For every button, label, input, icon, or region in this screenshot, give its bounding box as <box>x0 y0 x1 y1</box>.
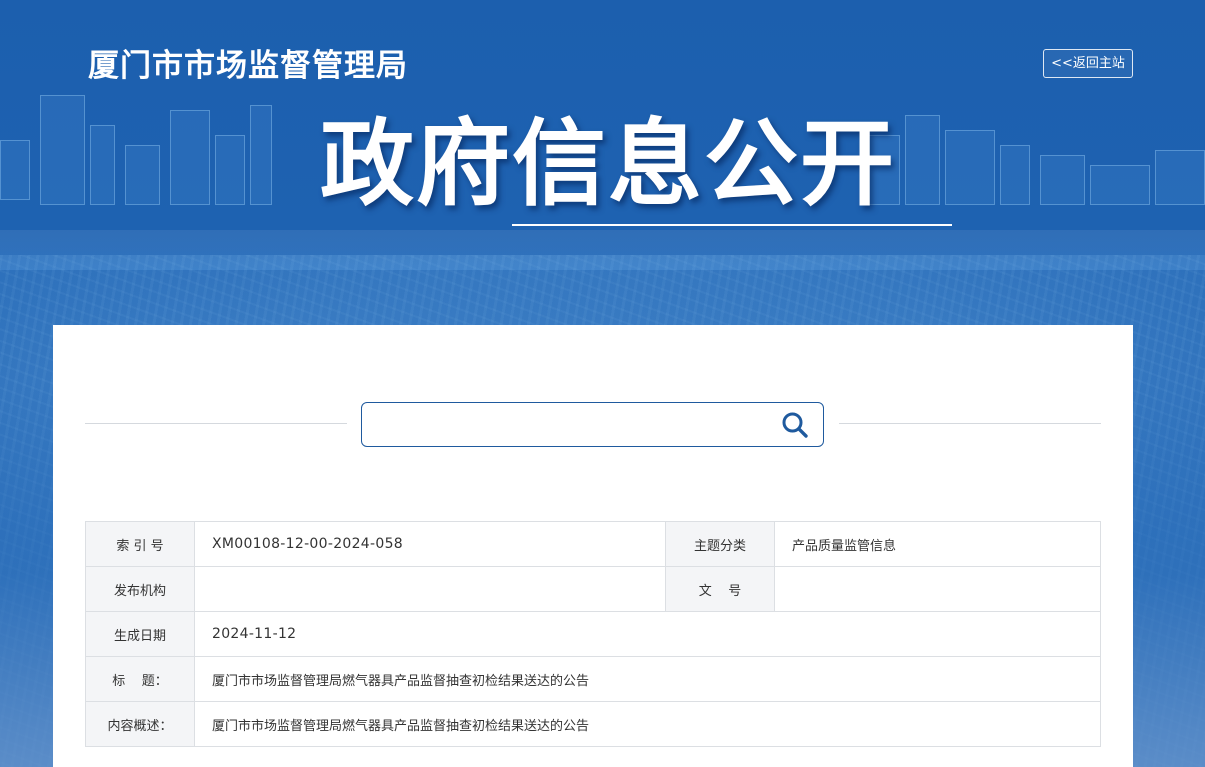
index-number-value: XM00108-12-00-2024-058 <box>194 521 666 567</box>
content-panel: 索 引 号 XM00108-12-00-2024-058 主题分类 产品质量监管… <box>53 325 1133 767</box>
document-info-table: 索 引 号 XM00108-12-00-2024-058 主题分类 产品质量监管… <box>85 521 1101 747</box>
summary-label: 内容概述： <box>85 701 195 747</box>
page: 厦门市市场监督管理局 <<返回主站 政府信息公开 索 引 号 XM00108-1… <box>0 0 1205 767</box>
table-row: 索 引 号 XM00108-12-00-2024-058 主题分类 产品质量监管… <box>85 521 1101 567</box>
hero-title: 政府信息公开 <box>320 110 897 219</box>
site-title: 厦门市市场监督管理局 <box>88 48 408 84</box>
search-input[interactable] <box>372 409 771 442</box>
publisher-value <box>194 566 666 612</box>
search-icon[interactable] <box>780 410 810 440</box>
search-divider-right <box>839 423 1101 424</box>
summary-value: 厦门市市场监督管理局燃气器具产品监督抽查初检结果送达的公告 <box>194 701 1101 747</box>
title-label: 标 题： <box>85 656 195 702</box>
document-number-label: 文 号 <box>665 566 775 612</box>
back-to-main-site-button[interactable]: <<返回主站 <box>1043 49 1133 78</box>
index-number-label: 索 引 号 <box>85 521 195 567</box>
table-row: 生成日期 2024-11-12 <box>85 611 1101 657</box>
date-value: 2024-11-12 <box>194 611 1101 657</box>
document-number-value <box>774 566 1101 612</box>
table-row: 内容概述： 厦门市市场监督管理局燃气器具产品监督抽查初检结果送达的公告 <box>85 701 1101 747</box>
publisher-label: 发布机构 <box>85 566 195 612</box>
table-row: 发布机构 文 号 <box>85 566 1101 612</box>
hero-underline <box>512 224 952 226</box>
category-value: 产品质量监管信息 <box>774 521 1101 567</box>
table-row: 标 题： 厦门市市场监督管理局燃气器具产品监督抽查初检结果送达的公告 <box>85 656 1101 702</box>
date-label: 生成日期 <box>85 611 195 657</box>
search-box <box>361 402 824 447</box>
title-value: 厦门市市场监督管理局燃气器具产品监督抽查初检结果送达的公告 <box>194 656 1101 702</box>
category-label: 主题分类 <box>665 521 775 567</box>
search-divider-left <box>85 423 347 424</box>
